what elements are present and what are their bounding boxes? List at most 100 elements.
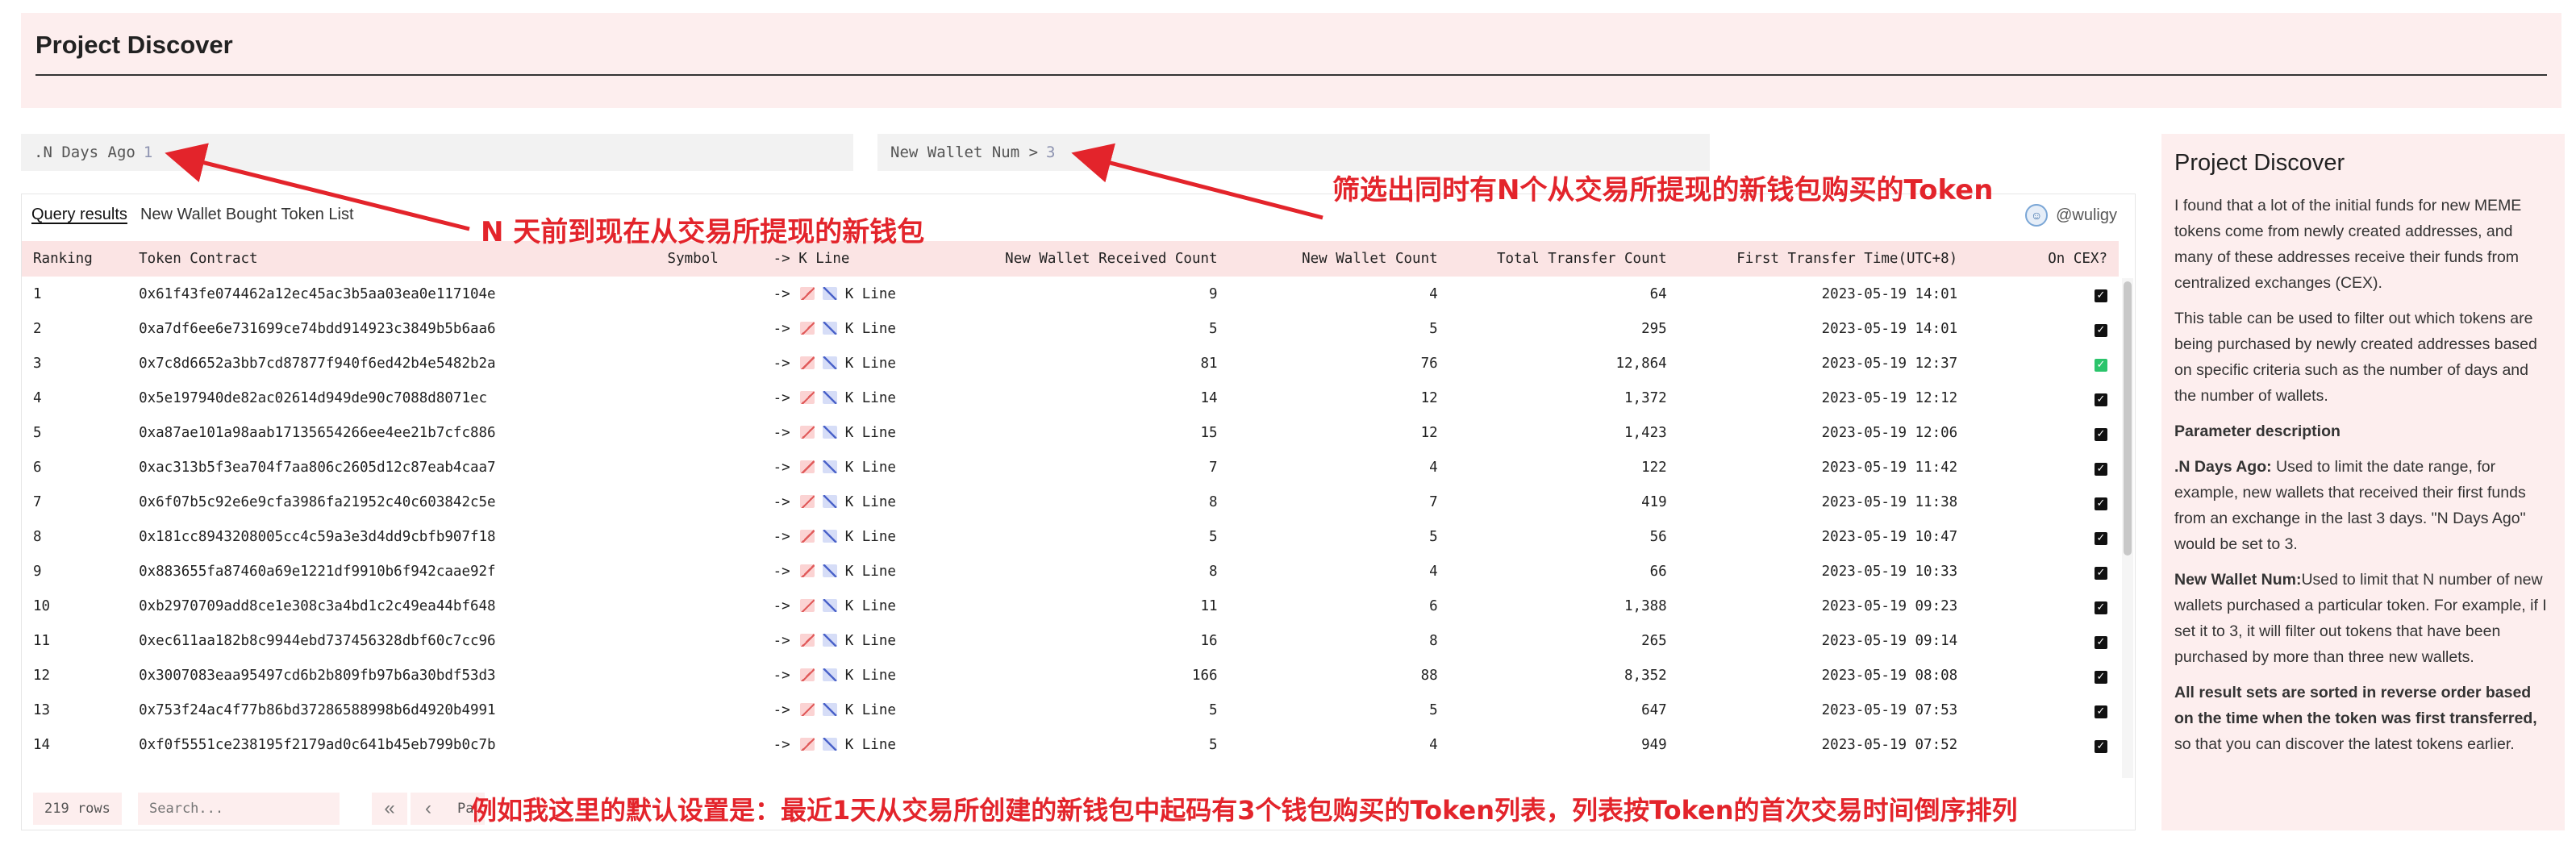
cell-token-contract[interactable]: 0x61f43fe074462a12ec45ac3b5aa03ea0e11710…	[127, 277, 656, 311]
col-on-cex[interactable]: On CEX?	[1969, 241, 2119, 277]
cell-token-contract[interactable]: 0x753f24ac4f77b86bd37286588998b6d4920b49…	[127, 693, 656, 727]
cell-token-contract[interactable]: 0x7c8d6652a3bb7cd87877f940f6ed42b4e5482b…	[127, 346, 656, 381]
k-line-link[interactable]: K Line	[845, 390, 896, 406]
cell-k-line[interactable]: -> K Line	[762, 415, 965, 450]
k-line-link[interactable]: K Line	[845, 668, 896, 684]
cell-k-line[interactable]: -> K Line	[762, 727, 965, 762]
cell-k-line[interactable]: -> K Line	[762, 485, 965, 519]
table-row[interactable]: 1 0x61f43fe074462a12ec45ac3b5aa03ea0e1171…	[22, 277, 2119, 311]
cell-k-line[interactable]: -> K Line	[762, 381, 965, 415]
cell-token-contract[interactable]: 0x883655fa87460a69e1221df9910b6f942caae9…	[127, 554, 656, 589]
col-new-wallet-count[interactable]: New Wallet Count	[1228, 241, 1449, 277]
n-days-ago-param[interactable]: .N Days Ago 1	[21, 134, 853, 171]
cell-token-contract[interactable]: 0xb2970709add8ce1e308c3a4bd1c2c49ea44bf6…	[127, 589, 656, 623]
cell-k-line[interactable]: -> K Line	[762, 589, 965, 623]
scrollbar-thumb[interactable]	[2124, 281, 2132, 556]
cell-ranking: 6	[33, 459, 42, 476]
table-scrollbar[interactable]	[2122, 278, 2133, 778]
k-line-link[interactable]: K Line	[845, 356, 896, 372]
col-ranking[interactable]: Ranking	[22, 241, 128, 277]
col-first-transfer-time[interactable]: First Transfer Time(UTC+8)	[1678, 241, 1970, 277]
table-search-input[interactable]	[138, 793, 340, 825]
k-line-link[interactable]: K Line	[845, 494, 896, 510]
cell-symbol	[657, 623, 762, 658]
cell-token-contract[interactable]: 0xf0f5551ce238195f2179ad0c641b45eb799b0c…	[127, 727, 656, 762]
k-line-link[interactable]: K Line	[845, 286, 896, 302]
table-row[interactable]: 2 0xa7df6ee6e731699ce74bdd914923c3849b5b6…	[22, 311, 2119, 346]
table-row[interactable]: 11 0xec611aa182b8c9944ebd737456328dbf60c7…	[22, 623, 2119, 658]
cell-k-line[interactable]: -> K Line	[762, 277, 965, 311]
k-line-link[interactable]: K Line	[845, 737, 896, 753]
col-new-wallet-received-count[interactable]: New Wallet Received Count	[964, 241, 1229, 277]
cell-token-contract[interactable]: 0x5e197940de82ac02614d949de90c7088d8071e…	[127, 381, 656, 415]
table-row[interactable]: 13 0x753f24ac4f77b86bd37286588998b6d4920b…	[22, 693, 2119, 727]
query-results-card: Query results New Wallet Bought Token Li…	[21, 194, 2136, 830]
cell-first-transfer-time: 2023-05-19 11:38	[1821, 493, 1958, 510]
cell-on-cex: ✓	[1969, 277, 2119, 311]
cell-on-cex: ✓	[1969, 658, 2119, 693]
k-line-link[interactable]: K Line	[845, 598, 896, 614]
cell-k-line[interactable]: -> K Line	[762, 519, 965, 554]
cell-token-contract[interactable]: 0x6f07b5c92e6e9cfa3986fa21952c40c603842c…	[127, 485, 656, 519]
first-page-button[interactable]: «	[372, 793, 407, 825]
chart-down-icon	[822, 356, 837, 369]
cell-token-contract[interactable]: 0xa7df6ee6e731699ce74bdd914923c3849b5b6a…	[127, 311, 656, 346]
checkbox-icon: ✓	[2095, 462, 2107, 476]
chart-down-icon	[822, 390, 837, 404]
k-line-link[interactable]: K Line	[845, 460, 896, 476]
table-row[interactable]: 4 0x5e197940de82ac02614d949de90c7088d8071…	[22, 381, 2119, 415]
cell-new-wallet-received-count: 11	[1200, 597, 1218, 614]
prev-page-button[interactable]: ‹	[411, 793, 446, 825]
table-row[interactable]: 6 0xac313b5f3ea704f7aa806c2605d12c87eab4c…	[22, 450, 2119, 485]
cell-k-line[interactable]: -> K Line	[762, 311, 965, 346]
table-row[interactable]: 14 0xf0f5551ce238195f2179ad0c641b45eb799b…	[22, 727, 2119, 762]
k-line-link[interactable]: K Line	[845, 529, 896, 545]
cell-token-contract[interactable]: 0xac313b5f3ea704f7aa806c2605d12c87eab4ca…	[127, 450, 656, 485]
cell-k-line[interactable]: -> K Line	[762, 693, 965, 727]
chart-up-icon	[799, 598, 815, 612]
tab-new-wallet-bought-token-list[interactable]: New Wallet Bought Token List	[140, 206, 354, 224]
table-row[interactable]: 12 0x3007083eaa95497cd6b2b809fb97b6a30bdf…	[22, 658, 2119, 693]
cell-ranking: 10	[33, 597, 51, 614]
cell-on-cex: ✓	[1969, 589, 2119, 623]
table-row[interactable]: 5 0xa87ae101a98aab17135654266ee4ee21b7cfc…	[22, 415, 2119, 450]
cell-ranking: 9	[33, 563, 42, 580]
cell-total-transfer-count: 66	[1649, 563, 1667, 580]
checkbox-icon: ✓	[2095, 739, 2107, 753]
cell-k-line[interactable]: -> K Line	[762, 450, 965, 485]
k-line-link[interactable]: K Line	[845, 321, 896, 337]
chart-down-icon	[822, 460, 837, 473]
table-row[interactable]: 7 0x6f07b5c92e6e9cfa3986fa21952c40c603842…	[22, 485, 2119, 519]
table-row[interactable]: 8 0x181cc8943208005cc4c59a3e3d4dd9cbfb907…	[22, 519, 2119, 554]
k-line-arrow: ->	[773, 563, 790, 580]
cell-new-wallet-count: 5	[1429, 320, 1438, 337]
cell-k-line[interactable]: -> K Line	[762, 346, 965, 381]
cell-total-transfer-count: 295	[1641, 320, 1667, 337]
table-row[interactable]: 3 0x7c8d6652a3bb7cd87877f940f6ed42b4e5482…	[22, 346, 2119, 381]
cell-total-transfer-count: 12,864	[1615, 355, 1667, 372]
cell-k-line[interactable]: -> K Line	[762, 623, 965, 658]
cell-token-contract[interactable]: 0xec611aa182b8c9944ebd737456328dbf60c7cc…	[127, 623, 656, 658]
cell-first-transfer-time: 2023-05-19 08:08	[1821, 667, 1958, 684]
k-line-link[interactable]: K Line	[845, 702, 896, 718]
cell-total-transfer-count: 1,388	[1624, 597, 1667, 614]
table-row[interactable]: 9 0x883655fa87460a69e1221df9910b6f942caae…	[22, 554, 2119, 589]
n-days-ago-value[interactable]: 1	[144, 144, 152, 161]
cell-symbol	[657, 450, 762, 485]
info-panel: Project Discover I found that a lot of t…	[2161, 134, 2565, 830]
new-wallet-num-param[interactable]: New Wallet Num > 3	[877, 134, 1710, 171]
new-wallet-num-value[interactable]: 3	[1046, 144, 1055, 161]
cell-token-contract[interactable]: 0x181cc8943208005cc4c59a3e3d4dd9cbfb907f…	[127, 519, 656, 554]
tab-query-results[interactable]: Query results	[31, 206, 127, 224]
k-line-link[interactable]: K Line	[845, 564, 896, 580]
k-line-link[interactable]: K Line	[845, 425, 896, 441]
info-param-heading: Parameter description	[2174, 418, 2552, 444]
col-total-transfer-count[interactable]: Total Transfer Count	[1448, 241, 1678, 277]
cell-k-line[interactable]: -> K Line	[762, 554, 965, 589]
k-line-link[interactable]: K Line	[845, 633, 896, 649]
cell-token-contract[interactable]: 0xa87ae101a98aab17135654266ee4ee21b7cfc8…	[127, 415, 656, 450]
cell-token-contract[interactable]: 0x3007083eaa95497cd6b2b809fb97b6a30bdf53…	[127, 658, 656, 693]
author-link[interactable]: ☺ @wuligy	[2025, 204, 2117, 227]
cell-k-line[interactable]: -> K Line	[762, 658, 965, 693]
table-row[interactable]: 10 0xb2970709add8ce1e308c3a4bd1c2c49ea44b…	[22, 589, 2119, 623]
